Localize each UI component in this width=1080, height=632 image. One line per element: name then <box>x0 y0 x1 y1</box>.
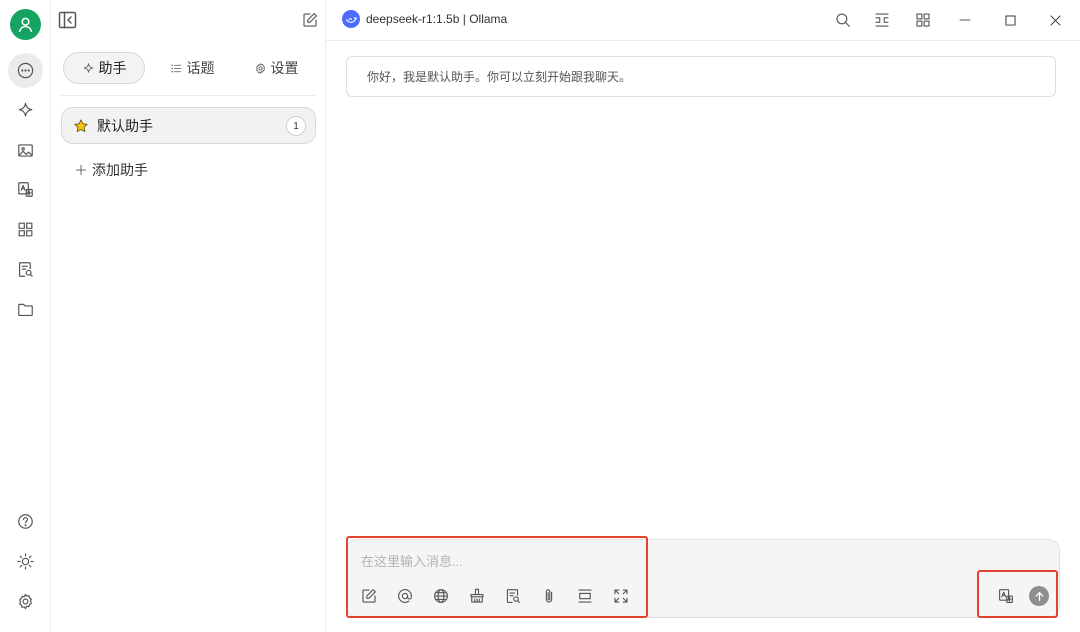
document-search-icon <box>18 262 33 277</box>
sidebar-tabs: 助手 话题 设置 <box>61 50 316 96</box>
message-composer <box>346 539 1060 618</box>
model-provider: Ollama <box>469 12 508 26</box>
whale-icon <box>345 16 357 23</box>
translate-input-button[interactable] <box>996 586 1016 606</box>
sidebar-toggle-icon[interactable] <box>58 11 78 29</box>
broom-icon <box>470 588 484 603</box>
settings-button[interactable] <box>8 584 43 619</box>
at-sign-icon <box>398 589 412 603</box>
nav-knowledge-button[interactable] <box>8 252 43 287</box>
nav-image-button[interactable] <box>8 133 43 168</box>
chat-bubble-icon <box>17 62 34 79</box>
model-selector[interactable]: deepseek-r1:1.5b | Ollama <box>342 10 507 28</box>
theme-toggle-button[interactable] <box>8 544 43 579</box>
new-topic-icon <box>362 589 376 603</box>
tab-label: 话题 <box>186 60 215 76</box>
mention-model-button[interactable] <box>395 586 415 606</box>
close-button[interactable] <box>1045 10 1065 30</box>
plus-icon <box>75 164 87 176</box>
fullscreen-button[interactable] <box>611 586 631 606</box>
user-icon <box>18 17 33 33</box>
web-search-button[interactable] <box>431 586 451 606</box>
paperclip-icon <box>545 589 553 603</box>
assistant-message: 你好，我是默认助手。你可以立刻开始跟我聊天。 <box>346 56 1056 97</box>
model-separator: | <box>459 12 470 26</box>
assistant-sidebar: 助手 话题 设置 默认助手 1 添加助手 <box>51 0 326 632</box>
expand-height-button[interactable] <box>575 586 595 606</box>
tab-settings[interactable]: 设置 <box>245 52 307 84</box>
attach-file-button[interactable] <box>539 586 559 606</box>
add-assistant-button[interactable]: 添加助手 <box>74 160 148 180</box>
tab-label: 助手 <box>98 60 127 76</box>
layout-grid-icon[interactable] <box>914 11 932 29</box>
sun-icon <box>17 553 34 570</box>
search-icon[interactable] <box>834 11 852 29</box>
tab-assistants[interactable]: 助手 <box>63 52 145 84</box>
deepseek-logo-icon <box>342 10 360 28</box>
tab-label: 设置 <box>270 60 299 76</box>
tab-topics[interactable]: 话题 <box>161 52 223 84</box>
chat-area: 你好，我是默认助手。你可以立刻开始跟我聊天。 <box>326 41 1080 632</box>
topic-count-badge: 1 <box>286 116 306 136</box>
maximize-button[interactable] <box>1000 10 1020 30</box>
assistant-label: 默认助手 <box>97 117 153 134</box>
star-icon <box>74 118 88 132</box>
sparkle-icon <box>18 102 33 117</box>
list-icon <box>170 64 181 72</box>
folder-icon <box>18 303 33 317</box>
send-button[interactable] <box>1029 586 1049 606</box>
add-assistant-label: 添加助手 <box>92 162 148 178</box>
message-input[interactable] <box>361 550 961 572</box>
globe-icon <box>434 589 448 603</box>
user-avatar[interactable] <box>10 9 41 40</box>
nav-translate-button[interactable] <box>8 172 43 207</box>
fullscreen-icon <box>614 589 628 603</box>
new-topic-button[interactable] <box>359 586 379 606</box>
message-text: 你好，我是默认助手。你可以立刻开始跟我聊天。 <box>367 70 632 84</box>
app-nav-rail <box>0 0 51 632</box>
clear-context-button[interactable] <box>467 586 487 606</box>
minimize-icon <box>959 19 971 21</box>
image-icon <box>18 144 33 157</box>
knowledge-base-button[interactable] <box>503 586 523 606</box>
document-search-icon <box>506 589 520 603</box>
close-icon <box>1049 14 1061 26</box>
chat-header: deepseek-r1:1.5b | Ollama <box>326 0 1080 41</box>
model-name: deepseek-r1:1.5b <box>366 12 460 26</box>
minimize-button[interactable] <box>955 10 975 30</box>
translate-icon <box>18 182 33 197</box>
arrow-up-icon <box>1035 591 1043 601</box>
maximize-icon <box>1004 14 1016 26</box>
grid-icon <box>18 222 33 237</box>
expand-height-icon <box>578 589 592 603</box>
help-button[interactable] <box>8 504 43 539</box>
gear-icon <box>19 593 32 610</box>
new-chat-icon[interactable] <box>301 11 319 29</box>
assistant-item-default[interactable]: 默认助手 1 <box>61 107 316 144</box>
nav-agents-button[interactable] <box>8 93 43 128</box>
nav-apps-button[interactable] <box>8 212 43 247</box>
help-icon <box>18 514 33 529</box>
nav-chat-button[interactable] <box>8 53 43 88</box>
sparkle-icon <box>83 62 93 73</box>
nav-files-button[interactable] <box>8 292 43 327</box>
translate-icon <box>999 589 1013 603</box>
gear-icon <box>255 62 265 74</box>
topic-position-icon[interactable] <box>873 11 891 29</box>
